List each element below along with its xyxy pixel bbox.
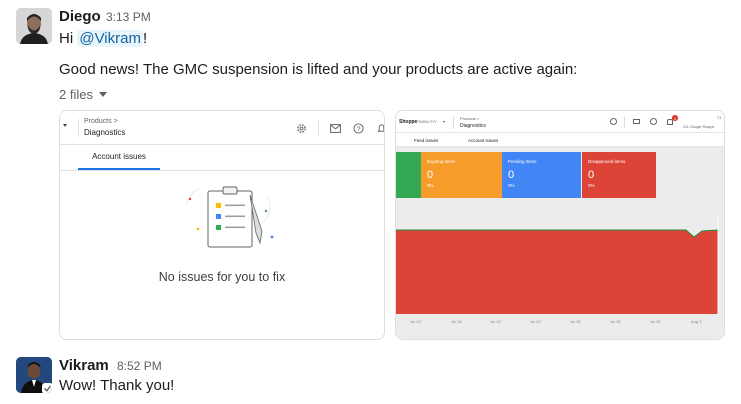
account-id: 71: [717, 115, 722, 120]
notification-badge: 3: [672, 115, 678, 121]
greeting-suffix: !: [142, 30, 148, 47]
message-greeting: Hi @Vikram!: [59, 30, 147, 47]
card-label: Pending items: [508, 159, 537, 164]
gmc-header: Shoppe 794004-YYY Products > Diagnostics…: [396, 111, 724, 133]
message-diego: Diego 3:13 PM Hi @Vikram! Good news! The…: [0, 0, 741, 345]
files-count-label: 2 files: [59, 87, 93, 102]
attachment-diagnostics-chart[interactable]: Shoppe 794004-YYY Products > Diagnostics…: [395, 110, 725, 340]
store-id: 794004-YYY: [417, 120, 437, 124]
card-percent: 0%: [427, 183, 434, 188]
author-name[interactable]: Diego: [59, 8, 101, 25]
x-axis-tick-label: Jul 19: [490, 319, 501, 324]
message-vikram: Vikram 8:52 PM Wow! Thank you!: [0, 350, 741, 404]
tab-account-issues[interactable]: Account issues: [468, 138, 498, 143]
x-axis-tick-label: Aug 3: [691, 319, 702, 324]
svg-text:?: ?: [357, 126, 361, 133]
x-axis-tick-label: Jul 22: [530, 319, 541, 324]
x-axis-tick-label: Jul 13: [410, 319, 421, 324]
card-value: 0: [427, 169, 434, 181]
mail-icon: [633, 119, 640, 124]
expiring-items-card[interactable]: Expiring items 0 0%: [421, 152, 504, 198]
tab-account-issues[interactable]: Account issues: [78, 152, 160, 161]
card-label: Disapproved items: [588, 159, 626, 164]
avatar[interactable]: [16, 357, 52, 393]
avatar[interactable]: [16, 8, 52, 44]
tab-feed-issues[interactable]: Feed issues: [414, 138, 438, 143]
tab-bar: Account issues: [60, 145, 384, 171]
products-area-chart: [396, 217, 724, 339]
greeting-prefix: Hi: [59, 30, 78, 47]
chevron-down-icon: [63, 124, 67, 127]
account-name: CJL Google Shoppe: [683, 125, 715, 129]
message-body: Good news! The GMC suspension is lifted …: [59, 61, 578, 78]
page-title: Diagnostics: [84, 128, 126, 137]
disapproved-items-card[interactable]: Disapproved items 0 0%: [582, 152, 656, 198]
x-axis-tick-label: Jul 28: [610, 319, 621, 324]
help-icon: [650, 118, 657, 125]
divider: [453, 116, 454, 129]
card-value: 0: [588, 169, 595, 181]
help-icon: ?: [353, 123, 364, 134]
x-axis-tick-label: Jul 31: [650, 319, 661, 324]
files-toggle[interactable]: 2 files: [59, 87, 107, 102]
timestamp[interactable]: 8:52 PM: [117, 359, 162, 373]
store-name: Shoppe: [399, 119, 418, 125]
status-check-icon: [42, 383, 52, 393]
page-title: Diagnostics: [460, 123, 486, 129]
attachment-diagnostics-no-issues[interactable]: Products > Diagnostics ? Account issues: [59, 110, 385, 340]
card-percent: 0%: [588, 183, 595, 188]
x-axis-tick-label: Jul 16: [451, 319, 462, 324]
user-mention[interactable]: @Vikram: [77, 30, 143, 47]
author-name[interactable]: Vikram: [59, 357, 109, 374]
clipboard-illustration: [176, 183, 280, 257]
divider: [78, 119, 79, 137]
breadcrumb: Products >: [460, 116, 480, 121]
breadcrumb: Products >: [84, 118, 118, 125]
card-value: 0: [508, 169, 515, 181]
card-percent: 0%: [508, 183, 515, 188]
tab-underline: [78, 168, 160, 170]
timestamp[interactable]: 3:13 PM: [106, 10, 151, 24]
gear-icon: [296, 123, 307, 134]
active-items-card: [396, 152, 421, 198]
pending-items-card[interactable]: Pending items 0 0%: [502, 152, 581, 198]
empty-state-text: No issues for you to fix: [158, 270, 286, 284]
message-body: Wow! Thank you!: [59, 377, 175, 394]
chevron-down-icon: [98, 92, 107, 97]
bell-icon: [376, 123, 384, 134]
card-label: Expiring items: [427, 159, 456, 164]
mail-icon: [330, 123, 341, 134]
divider: [624, 117, 625, 128]
chevron-down-icon: [443, 121, 445, 123]
x-axis-tick-label: Jul 25: [570, 319, 581, 324]
gmc-header: Products > Diagnostics ?: [60, 111, 384, 145]
gear-icon: [610, 118, 617, 125]
tab-bar: Feed issues Account issues: [396, 133, 724, 147]
divider: [318, 120, 319, 136]
